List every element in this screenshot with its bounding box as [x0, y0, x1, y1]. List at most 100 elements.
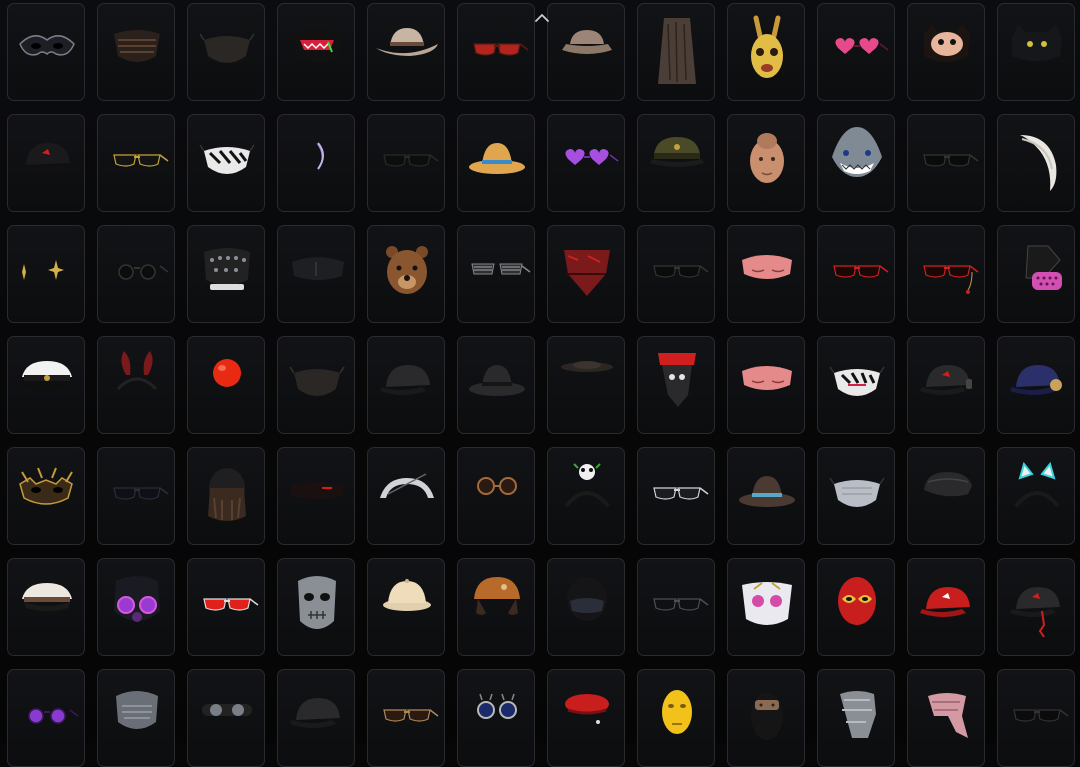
item-slot[interactable]: [637, 114, 715, 212]
black-flat-cap-icon: [924, 472, 972, 497]
item-slot[interactable]: [457, 3, 535, 101]
item-slot[interactable]: [7, 336, 85, 434]
brown-sport-glasses-icon: [383, 709, 439, 722]
item-slot[interactable]: [457, 558, 535, 656]
ragged-hood-icon: [658, 18, 696, 84]
item-slot[interactable]: [637, 3, 715, 101]
item-slot[interactable]: [547, 669, 625, 767]
item-slot[interactable]: [277, 225, 355, 323]
item-slot[interactable]: [817, 225, 895, 323]
item-slot[interactable]: [637, 447, 715, 545]
item-slot[interactable]: [277, 558, 355, 656]
black-cat-hood-icon: [1012, 24, 1062, 61]
red-glasses-chain-icon: [923, 265, 979, 294]
item-slot[interactable]: [457, 447, 535, 545]
item-slot[interactable]: [997, 558, 1075, 656]
item-slot[interactable]: [637, 225, 715, 323]
gold-star-earrings-icon: [22, 260, 64, 280]
pith-helmet-icon: [383, 579, 431, 611]
item-slot[interactable]: [277, 669, 355, 767]
item-slot[interactable]: [997, 669, 1075, 767]
item-slot[interactable]: [7, 114, 85, 212]
item-slot[interactable]: [727, 669, 805, 767]
masquerade-mask-icon: [19, 35, 75, 56]
item-slot[interactable]: [187, 3, 265, 101]
item-slot[interactable]: [907, 558, 985, 656]
scroll-up-button[interactable]: [533, 10, 551, 24]
item-slot[interactable]: [187, 669, 265, 767]
item-slot[interactable]: [187, 447, 265, 545]
item-slot[interactable]: [727, 114, 805, 212]
item-slot[interactable]: [637, 558, 715, 656]
item-slot[interactable]: [97, 558, 175, 656]
item-slot[interactable]: [97, 225, 175, 323]
item-slot[interactable]: [7, 3, 85, 101]
navy-cap-headphones-icon: [1010, 365, 1062, 395]
item-slot[interactable]: [187, 114, 265, 212]
item-slot[interactable]: [277, 3, 355, 101]
neon-gas-mask-icon: [114, 576, 160, 622]
item-slot[interactable]: [727, 225, 805, 323]
item-slot[interactable]: [457, 669, 535, 767]
item-slot[interactable]: [457, 225, 535, 323]
item-slot[interactable]: [727, 447, 805, 545]
item-slot[interactable]: [277, 336, 355, 434]
item-slot[interactable]: [367, 669, 445, 767]
item-slot[interactable]: [277, 114, 355, 212]
black-face-mask-icon: [199, 33, 255, 63]
item-slot[interactable]: [547, 114, 625, 212]
item-slot[interactable]: [457, 114, 535, 212]
item-slot[interactable]: [187, 336, 265, 434]
item-slot[interactable]: [367, 558, 445, 656]
item-slot[interactable]: [817, 558, 895, 656]
item-slot[interactable]: [907, 114, 985, 212]
item-slot[interactable]: [97, 336, 175, 434]
item-slot[interactable]: [907, 3, 985, 101]
item-slot[interactable]: [907, 669, 985, 767]
item-slot[interactable]: [997, 114, 1075, 212]
item-slot[interactable]: [367, 336, 445, 434]
black-balaclava-icon: [751, 692, 783, 740]
item-slot[interactable]: [7, 669, 85, 767]
item-slot[interactable]: [97, 447, 175, 545]
item-slot[interactable]: [7, 558, 85, 656]
item-slot[interactable]: [457, 336, 535, 434]
item-slot[interactable]: [727, 336, 805, 434]
item-slot[interactable]: [97, 114, 175, 212]
item-slot[interactable]: [727, 3, 805, 101]
item-slot[interactable]: [997, 225, 1075, 323]
item-slot[interactable]: [187, 558, 265, 656]
item-slot[interactable]: [637, 669, 715, 767]
item-slot[interactable]: [817, 447, 895, 545]
item-slot[interactable]: [367, 447, 445, 545]
item-slot[interactable]: [547, 336, 625, 434]
item-slot[interactable]: [367, 225, 445, 323]
item-slot[interactable]: [277, 447, 355, 545]
item-slot[interactable]: [7, 225, 85, 323]
item-slot[interactable]: [7, 447, 85, 545]
item-slot[interactable]: [997, 447, 1075, 545]
item-slot[interactable]: [907, 225, 985, 323]
item-slot[interactable]: [547, 447, 625, 545]
item-slot[interactable]: [817, 336, 895, 434]
item-slot[interactable]: [547, 225, 625, 323]
item-slot[interactable]: [187, 225, 265, 323]
item-slot[interactable]: [817, 3, 895, 101]
white-pink-mask-icon: [742, 582, 792, 625]
item-slot[interactable]: [997, 336, 1075, 434]
item-slot[interactable]: [817, 669, 895, 767]
item-slot[interactable]: [727, 558, 805, 656]
item-slot[interactable]: [547, 558, 625, 656]
item-slot[interactable]: [97, 3, 175, 101]
black-helmet-icon: [567, 577, 607, 621]
item-slot[interactable]: [547, 3, 625, 101]
item-slot[interactable]: [367, 114, 445, 212]
item-slot[interactable]: [997, 3, 1075, 101]
item-slot[interactable]: [367, 3, 445, 101]
item-slot[interactable]: [97, 669, 175, 767]
item-slot[interactable]: [637, 336, 715, 434]
item-slot[interactable]: [817, 114, 895, 212]
chevron-up-icon: [535, 14, 549, 22]
item-slot[interactable]: [907, 336, 985, 434]
item-slot[interactable]: [907, 447, 985, 545]
